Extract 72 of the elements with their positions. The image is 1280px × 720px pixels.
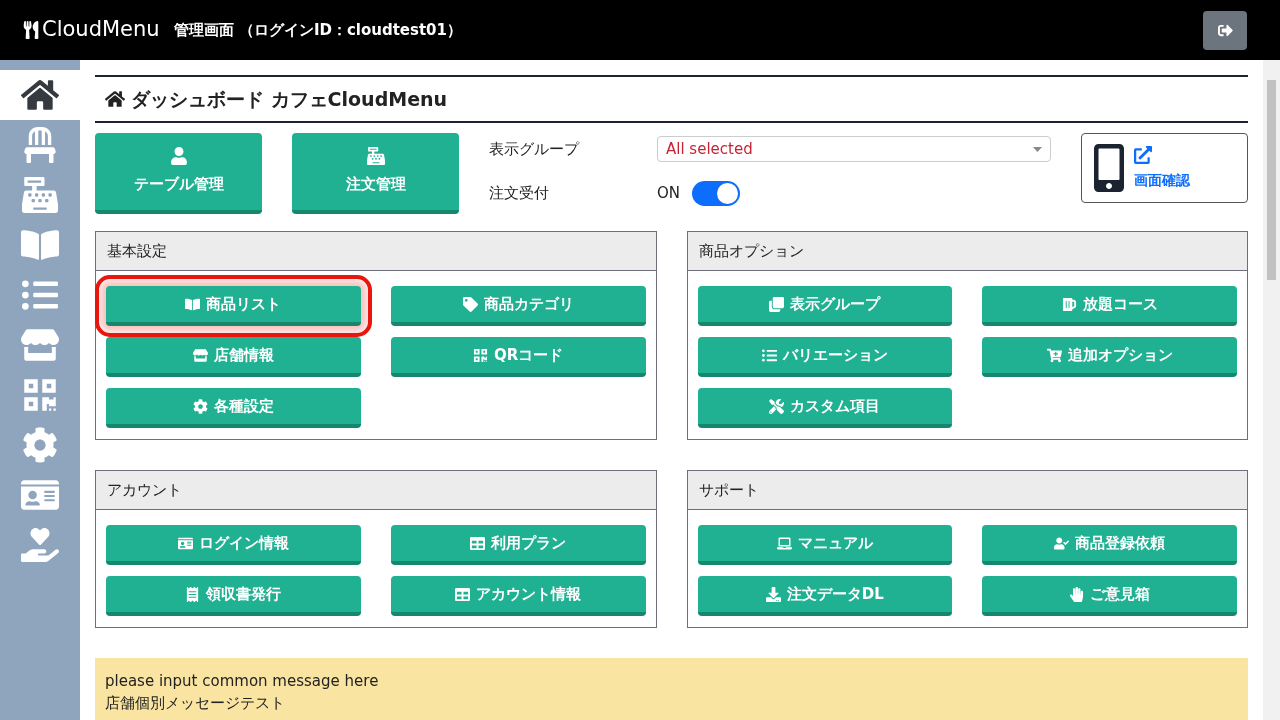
field-label: 表示グループ [489,138,581,160]
copy-icon [769,296,785,312]
user-check-icon [1054,535,1070,551]
toggle-switch[interactable] [692,180,741,206]
menu-button[interactable]: 領収書発行 [106,576,361,616]
menu-button[interactable]: カスタム項目 [697,388,953,428]
logout-icon [1217,22,1233,38]
user-icon [169,147,188,166]
logout-button[interactable] [1203,10,1247,50]
cart-plus-icon [1046,347,1062,363]
external-link-icon [1134,145,1152,164]
store-icon [21,327,59,363]
preview-button[interactable]: 画面確認 [1081,133,1248,203]
tag-icon [462,296,478,312]
list-icon [761,347,777,363]
large-menu-button[interactable]: 注文管理 [292,133,459,214]
toggle-state-text: ON [657,182,681,204]
home-icon [21,77,59,113]
hand-icon [1069,586,1085,602]
sidebar-item[interactable] [0,70,80,120]
settings-icon [192,398,208,414]
qr-code-icon [21,377,59,413]
cash-register-icon [21,177,59,213]
dropdown-caret-icon [1033,146,1042,152]
message-text: please input common message here [105,671,380,692]
logo-text: CloudMenu [42,16,160,44]
id-card-icon [177,535,193,551]
section-title: アカウント [107,479,182,501]
utensils-phone-logo-icon [22,21,40,39]
menu-button[interactable]: ご意見箱 [982,576,1237,616]
group-select[interactable]: All selected [657,136,1051,162]
settings-icon [21,427,59,463]
menu-button[interactable]: 商品登録依頼 [982,525,1237,565]
menu-button[interactable]: 店舗情報 [106,337,361,377]
menu-button[interactable]: QRコード [390,337,646,377]
large-menu-button[interactable]: テーブル管理 [95,133,262,214]
menu-button[interactable]: 利用プラン [390,525,646,565]
page-title: ダッシュボード カフェCloudMenu [131,86,448,112]
section-title: 基本設定 [107,240,167,262]
menu-button[interactable]: アカウント情報 [390,576,646,616]
message-text: 店舗個別メッセージテスト [105,693,286,714]
menu-button[interactable]: 放題コース [982,286,1237,326]
list-icon [21,277,59,313]
receipt-icon [185,586,201,602]
download-icon [765,586,781,602]
menu-button[interactable]: 注文データDL [697,576,953,616]
menu-button[interactable]: 表示グループ [697,286,953,326]
book-icon [21,227,59,263]
phone-icon [1092,144,1126,192]
section-title: サポート [698,479,759,501]
menu-button[interactable]: 各種設定 [106,388,361,428]
qr-code-icon [472,347,488,363]
menu-button[interactable]: 商品カテゴリ [390,286,646,326]
store-icon [192,347,208,363]
mug-icon [1061,296,1077,312]
home-icon [105,89,125,109]
menu-button[interactable]: ログイン情報 [106,525,361,565]
field-label: 注文受付 [489,182,550,204]
menu-button[interactable]: マニュアル [697,525,953,565]
menu-button[interactable]: 追加オプション [982,337,1237,377]
header-title: 管理画面 （ログインID：cloudtest01） [173,19,462,41]
id-card-icon [21,477,59,513]
table-icon [470,535,486,551]
cash-register-icon [366,147,385,166]
tools-icon [769,398,785,414]
book-icon [185,296,201,312]
chair-icon [21,127,59,163]
hand-heart-icon [21,527,59,563]
section-title: 商品オプション [698,240,804,262]
table-icon [455,586,471,602]
menu-button[interactable]: バリエーション [697,337,953,377]
laptop-icon [776,535,792,551]
